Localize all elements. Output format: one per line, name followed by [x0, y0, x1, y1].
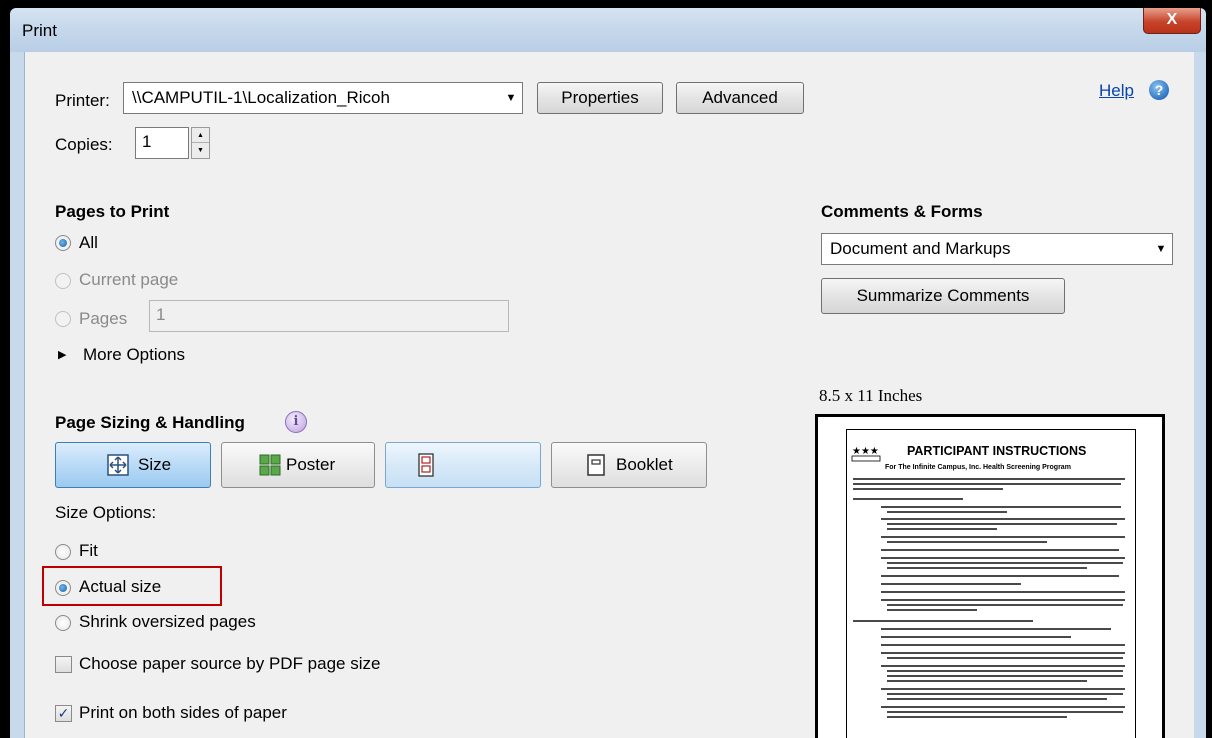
- printer-select[interactable]: \\CAMPUTIL-1\Localization_Ricoh ▼: [123, 82, 523, 114]
- both-sides-checkbox[interactable]: ✓: [55, 705, 72, 722]
- title-bar[interactable]: Print X: [10, 8, 1206, 52]
- radio-current-page[interactable]: [55, 273, 71, 289]
- mode-poster-label: Poster: [286, 455, 336, 474]
- booklet-icon: [587, 454, 605, 476]
- copies-stepper[interactable]: ▲ ▼: [191, 127, 210, 159]
- close-button[interactable]: X: [1143, 8, 1201, 34]
- comments-forms-value: Document and Markups: [830, 239, 1011, 258]
- mode-booklet-button[interactable]: Booklet: [551, 442, 707, 488]
- properties-button[interactable]: Properties: [537, 82, 663, 114]
- dialog-body: Printer: \\CAMPUTIL-1\Localization_Ricoh…: [24, 52, 1194, 738]
- printer-label: Printer:: [55, 91, 110, 110]
- window-border-left: [10, 52, 24, 738]
- advanced-button[interactable]: Advanced: [676, 82, 804, 114]
- pages-range-input[interactable]: 1: [149, 300, 509, 332]
- copies-label: Copies:: [55, 135, 113, 154]
- summarize-comments-button[interactable]: Summarize Comments: [821, 278, 1065, 314]
- radio-pages-label[interactable]: Pages: [79, 309, 127, 329]
- more-options-toggle[interactable]: More Options: [83, 345, 185, 365]
- radio-shrink[interactable]: [55, 615, 71, 631]
- comments-forms-select[interactable]: Document and Markups ▼: [821, 233, 1173, 265]
- preview-doc-subtitle: For The Infinite Campus, Inc. Health Scr…: [885, 464, 1071, 471]
- radio-all[interactable]: [55, 235, 71, 251]
- document-logo-icon: ★★★: [851, 446, 881, 462]
- both-sides-label[interactable]: Print on both sides of paper: [79, 703, 287, 723]
- multiple-pages-icon: [418, 453, 434, 477]
- stepper-down-icon[interactable]: ▼: [192, 143, 209, 158]
- preview-doc-title: PARTICIPANT INSTRUCTIONS: [907, 444, 1087, 458]
- mode-multiple-button[interactable]: [385, 442, 541, 488]
- chevron-down-icon[interactable]: ▼: [1150, 234, 1172, 264]
- radio-fit[interactable]: [55, 544, 71, 560]
- poster-tiles-icon: [259, 454, 281, 476]
- radio-all-label[interactable]: All: [79, 233, 98, 253]
- expand-triangle-icon[interactable]: ▶: [58, 348, 66, 361]
- mode-size-button[interactable]: Size: [55, 442, 211, 488]
- choose-paper-checkbox[interactable]: [55, 656, 72, 673]
- choose-paper-label[interactable]: Choose paper source by PDF page size: [79, 654, 380, 674]
- print-preview: ★★★ PARTICIPANT INSTRUCTIONS For The Inf…: [815, 414, 1165, 738]
- mode-booklet-label: Booklet: [616, 455, 673, 474]
- comments-forms-heading: Comments & Forms: [821, 202, 983, 221]
- window-title: Print: [22, 21, 57, 40]
- stepper-up-icon[interactable]: ▲: [192, 128, 209, 143]
- size-arrows-icon: [107, 454, 129, 476]
- help-question-icon[interactable]: ?: [1149, 80, 1169, 100]
- size-options-label: Size Options:: [55, 503, 157, 522]
- window-border-right: [1194, 52, 1206, 738]
- actual-size-highlight-box: [42, 566, 222, 606]
- help-link[interactable]: Help: [1099, 81, 1134, 101]
- preview-page: ★★★ PARTICIPANT INSTRUCTIONS For The Inf…: [846, 429, 1136, 738]
- info-icon[interactable]: i: [285, 411, 307, 433]
- radio-fit-label[interactable]: Fit: [79, 541, 98, 561]
- radio-shrink-label[interactable]: Shrink oversized pages: [79, 612, 256, 632]
- print-dialog-window: Print X Printer: \\CAMPUTIL-1\Localizati…: [0, 0, 1212, 738]
- page-sizing-heading: Page Sizing & Handling: [55, 413, 245, 432]
- copies-input[interactable]: 1: [135, 127, 189, 159]
- printer-value: \\CAMPUTIL-1\Localization_Ricoh: [132, 88, 390, 107]
- pages-to-print-heading: Pages to Print: [55, 202, 170, 221]
- paper-size-label: 8.5 x 11 Inches: [819, 386, 923, 405]
- radio-pages[interactable]: [55, 311, 71, 327]
- radio-current-page-label[interactable]: Current page: [79, 270, 178, 290]
- mode-poster-button[interactable]: Poster: [221, 442, 375, 488]
- svg-text:★★★: ★★★: [852, 446, 879, 457]
- mode-size-label: Size: [138, 455, 172, 474]
- chevron-down-icon[interactable]: ▼: [500, 83, 522, 113]
